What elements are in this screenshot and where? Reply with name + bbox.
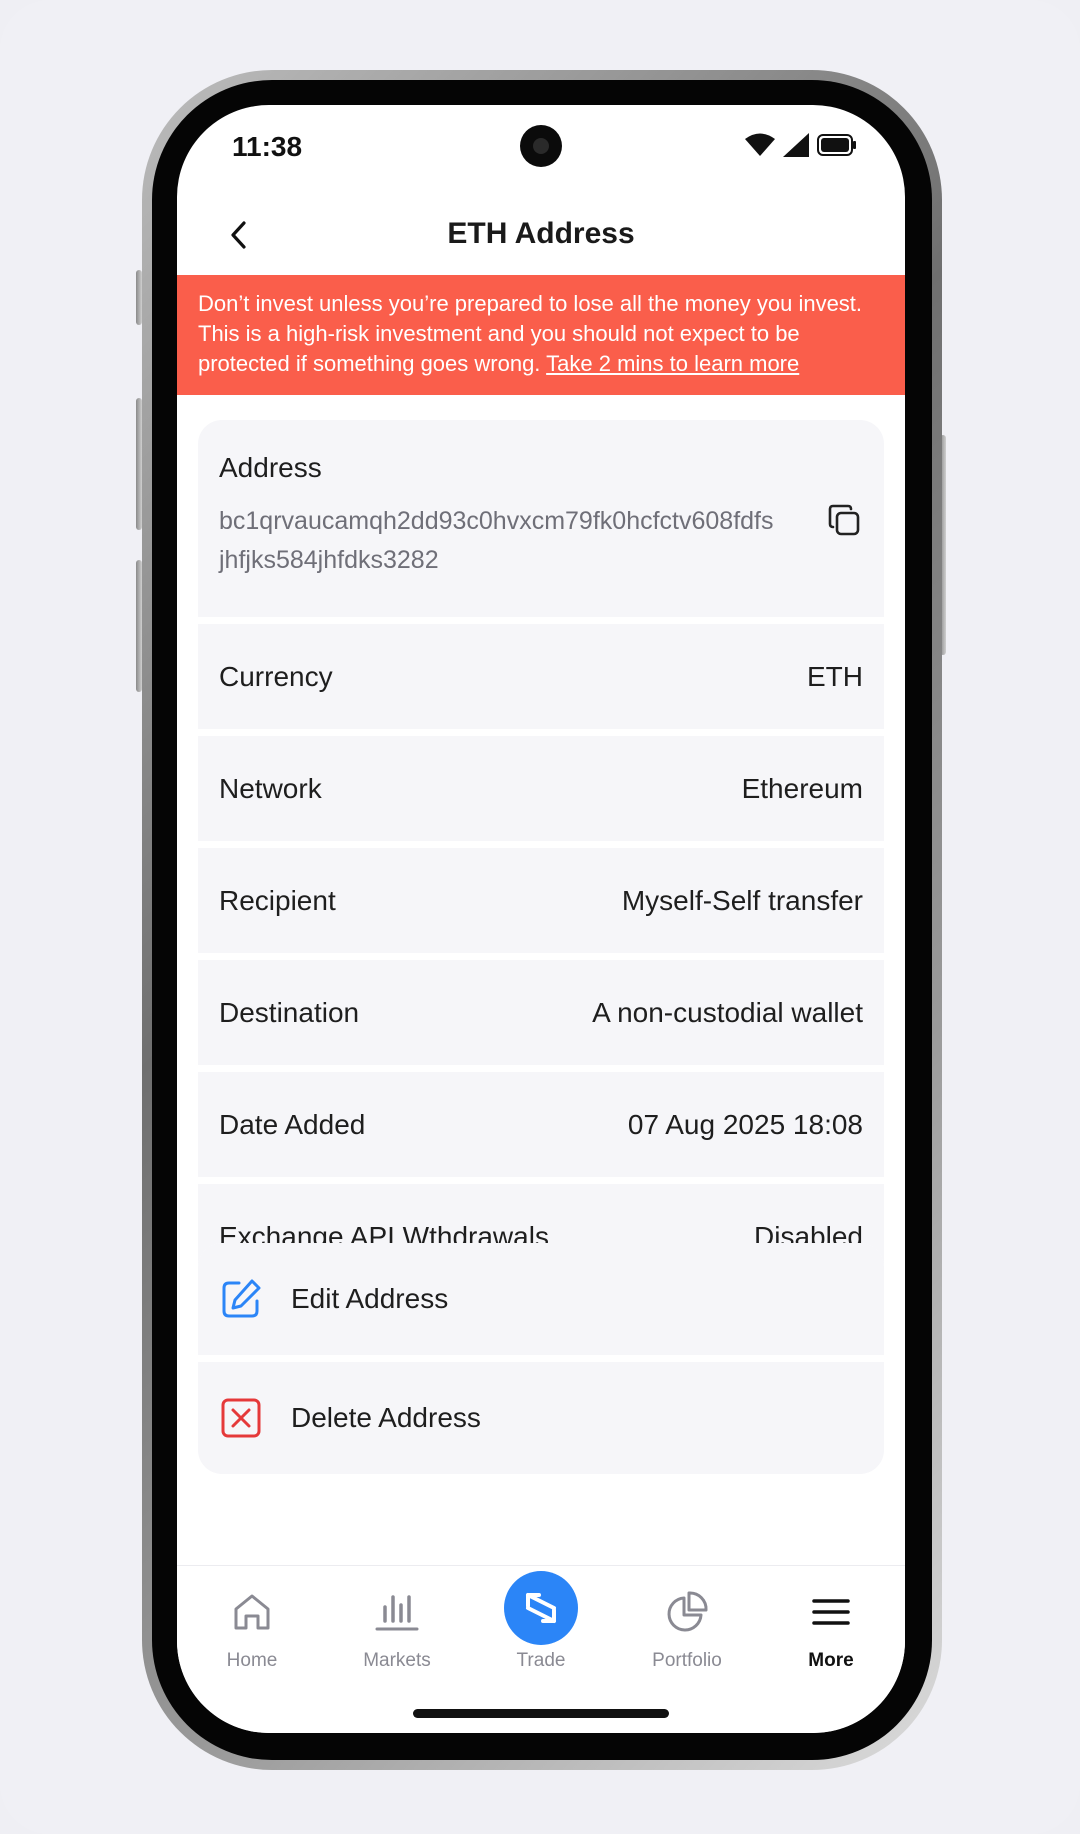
nav-item-portfolio[interactable]: Portfolio [627, 1586, 747, 1672]
swap-arrows-icon [526, 1593, 556, 1623]
detail-label: Currency [219, 660, 333, 692]
learn-more-link[interactable]: Take 2 mins to learn more [546, 351, 799, 376]
bar-chart-icon [375, 1595, 419, 1631]
edit-icon [222, 1279, 261, 1318]
front-camera [520, 125, 562, 167]
home-indicator [413, 1709, 669, 1718]
nav-label-trade: Trade [516, 1650, 566, 1671]
delete-address-label: Delete Address [291, 1402, 481, 1433]
detail-value: 07 Aug 2025 18:08 [627, 1108, 863, 1140]
nav-label-markets: Markets [363, 1650, 431, 1671]
risk-warning-banner: Don’t invest unless you’re prepared to l… [177, 275, 905, 395]
delete-x-icon [221, 1398, 261, 1438]
header: ETH Address [177, 195, 905, 275]
content-area: Address bc1qrvaucamqh2dd93c0hvxcm79fk0hc… [177, 395, 905, 1570]
address-actions-card: Edit Address Delete Address [198, 1243, 884, 1474]
copy-address-button[interactable] [822, 498, 866, 542]
trade-button[interactable] [504, 1571, 578, 1645]
nav-item-more[interactable]: More [771, 1586, 891, 1672]
battery-icon [817, 134, 856, 156]
address-label: Address [219, 452, 322, 483]
date-added-row: Date Added 07 Aug 2025 18:08 [198, 1072, 884, 1177]
delete-address-button[interactable]: Delete Address [198, 1362, 884, 1474]
bottom-navigation: Home Markets Trade Portfolio More [177, 1565, 905, 1733]
edit-address-label: Edit Address [291, 1283, 449, 1314]
signal-icon [783, 133, 809, 157]
wifi-icon [745, 133, 775, 156]
destination-row: Destination A non-custodial wallet [198, 960, 884, 1065]
recipient-row: Recipient Myself-Self transfer [198, 848, 884, 953]
status-time: 11:38 [232, 131, 303, 162]
currency-row: Currency ETH [198, 624, 884, 729]
phone-screen: 11:38 ETH Address Don’t invest unless yo… [177, 105, 905, 1733]
address-details-card: Address bc1qrvaucamqh2dd93c0hvxcm79fk0hc… [198, 420, 884, 1289]
nav-item-markets[interactable]: Markets [337, 1586, 457, 1672]
nav-label-home: Home [226, 1650, 278, 1671]
detail-label: Network [219, 772, 322, 804]
copy-icon [828, 504, 860, 536]
edit-address-button[interactable]: Edit Address [198, 1243, 884, 1355]
detail-label: Recipient [219, 884, 336, 916]
nav-item-trade[interactable]: Trade [481, 1571, 601, 1672]
detail-value: ETH [807, 660, 863, 692]
pie-chart-icon [667, 1591, 708, 1632]
home-icon [234, 1594, 270, 1630]
nav-label-more: More [808, 1650, 854, 1671]
status-icons [745, 133, 857, 157]
status-bar: 11:38 [177, 105, 905, 185]
page-title: ETH Address [447, 217, 635, 250]
detail-value: Myself-Self transfer [621, 884, 863, 916]
nav-label-portfolio: Portfolio [652, 1650, 722, 1671]
detail-value: A non-custodial wallet [592, 996, 863, 1028]
nav-item-home[interactable]: Home [192, 1586, 312, 1672]
menu-icon [812, 1599, 850, 1625]
network-row: Network Ethereum [198, 736, 884, 841]
address-value: bc1qrvaucamqh2dd93c0hvxcm79fk0hcfctv608f… [219, 507, 774, 574]
detail-label: Destination [219, 996, 360, 1028]
address-row: Address bc1qrvaucamqh2dd93c0hvxcm79fk0hc… [198, 420, 884, 617]
detail-value: Ethereum [741, 772, 863, 804]
detail-label: Date Added [219, 1108, 366, 1140]
